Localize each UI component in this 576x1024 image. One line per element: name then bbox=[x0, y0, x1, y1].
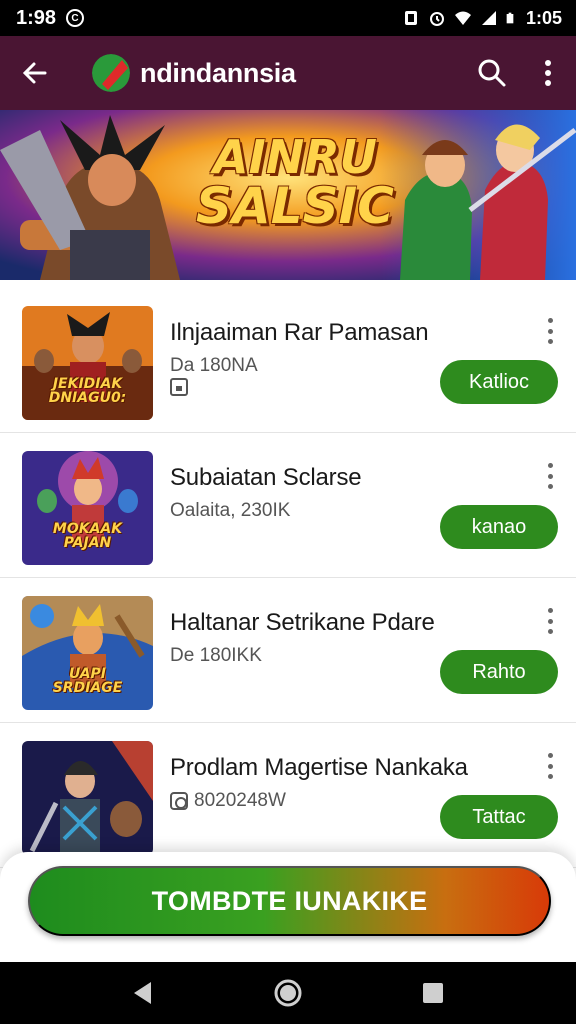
item-subtitle-text: De 180IKK bbox=[170, 645, 262, 666]
battery-icon bbox=[506, 12, 514, 24]
status-clock: 1:05 bbox=[525, 7, 562, 28]
promo-banner[interactable]: AINRU SALSIC bbox=[0, 110, 576, 280]
item-subtitle-text: 8020248W bbox=[194, 790, 286, 811]
item-subtitle: Da 180NA bbox=[170, 355, 258, 377]
game-list: JEKIDIAK DNIAGU0: Ilnjaaiman Rar Pamasan… bbox=[0, 288, 576, 868]
item-subtitle: Oalaita, 230IK bbox=[170, 500, 290, 522]
item-subtitle: De 180IKK bbox=[170, 645, 262, 667]
item-more-button[interactable] bbox=[538, 463, 562, 489]
back-arrow-icon bbox=[22, 62, 47, 84]
thumbnail-label: MOKAAK PAJAN bbox=[52, 520, 123, 552]
wifi-icon bbox=[454, 11, 471, 25]
app-bar: ndindannsia bbox=[0, 36, 576, 110]
item-title: Subaiatan Sclarse bbox=[170, 464, 362, 491]
item-subtitle: 8020248W bbox=[170, 790, 286, 812]
game-thumbnail[interactable] bbox=[22, 741, 153, 855]
item-subtitle-text: Oalaita, 230IK bbox=[170, 500, 291, 521]
list-item[interactable]: Prodlam Magertise Nankaka 8020248W Tatta… bbox=[0, 723, 576, 868]
signal-icon bbox=[481, 11, 496, 25]
nav-home-button[interactable] bbox=[268, 973, 308, 1013]
list-item[interactable]: UAPI SRDIAGE Haltanar Setrikane Pdare De… bbox=[0, 578, 576, 723]
list-item[interactable]: MOKAAK PAJAN Subaiatan Sclarse Oalaita, … bbox=[0, 433, 576, 578]
item-subtitle-text: Da 180NA bbox=[170, 355, 258, 376]
item-action-button[interactable]: Rahto bbox=[440, 650, 558, 694]
item-action-button[interactable]: Katlioc bbox=[440, 360, 558, 404]
camera-icon bbox=[170, 792, 188, 810]
thumbnail-label: UAPI SRDIAGE bbox=[52, 665, 123, 697]
nav-back-icon bbox=[133, 982, 151, 1004]
logo-icon bbox=[92, 54, 130, 92]
banner-line-2: SALSIC bbox=[196, 176, 394, 235]
game-thumbnail[interactable]: JEKIDIAK DNIAGU0: bbox=[22, 306, 153, 420]
screen: 1:98 C 1:05 ndindannsia AINRU SALSIC JEK… bbox=[0, 0, 576, 1024]
item-more-button[interactable] bbox=[538, 608, 562, 634]
item-action-button[interactable]: Tattac bbox=[440, 795, 558, 839]
search-icon bbox=[478, 59, 506, 87]
more-vert-icon bbox=[545, 60, 551, 86]
item-title: Haltanar Setrikane Pdare bbox=[170, 609, 435, 636]
game-thumbnail[interactable]: UAPI SRDIAGE bbox=[22, 596, 153, 710]
primary-cta-button[interactable]: TOMBDTE IUNAKIKE bbox=[28, 866, 551, 936]
notification-icon bbox=[404, 11, 417, 25]
back-button[interactable] bbox=[0, 36, 70, 110]
item-title: Ilnjaaiman Rar Pamasan bbox=[170, 319, 429, 346]
nav-home-icon bbox=[274, 979, 302, 1007]
search-button[interactable] bbox=[464, 36, 520, 110]
thumbnail-label: JEKIDIAK DNIAGU0: bbox=[48, 375, 127, 407]
system-nav-bar bbox=[0, 962, 576, 1024]
circle-c-icon: C bbox=[66, 9, 85, 27]
app-title: ndindannsia bbox=[140, 57, 296, 88]
banner-headline: AINRU SALSIC bbox=[180, 134, 410, 232]
status-time: 1:98 bbox=[16, 6, 57, 29]
lock-icon bbox=[170, 378, 188, 396]
nav-back-button[interactable] bbox=[123, 973, 163, 1013]
item-more-button[interactable] bbox=[538, 753, 562, 779]
overflow-menu-button[interactable] bbox=[520, 36, 576, 110]
nav-recents-icon bbox=[423, 983, 444, 1003]
status-bar: 1:98 C 1:05 bbox=[0, 0, 576, 36]
item-action-button[interactable]: kanao bbox=[440, 505, 558, 549]
item-title: Prodlam Magertise Nankaka bbox=[170, 754, 468, 781]
banner-line-1: AINRU bbox=[213, 130, 377, 184]
item-more-button[interactable] bbox=[538, 318, 562, 344]
alarm-icon bbox=[429, 12, 444, 26]
game-thumbnail[interactable]: MOKAAK PAJAN bbox=[22, 451, 153, 565]
list-item[interactable]: JEKIDIAK DNIAGU0: Ilnjaaiman Rar Pamasan… bbox=[0, 288, 576, 433]
nav-recents-button[interactable] bbox=[413, 973, 453, 1013]
